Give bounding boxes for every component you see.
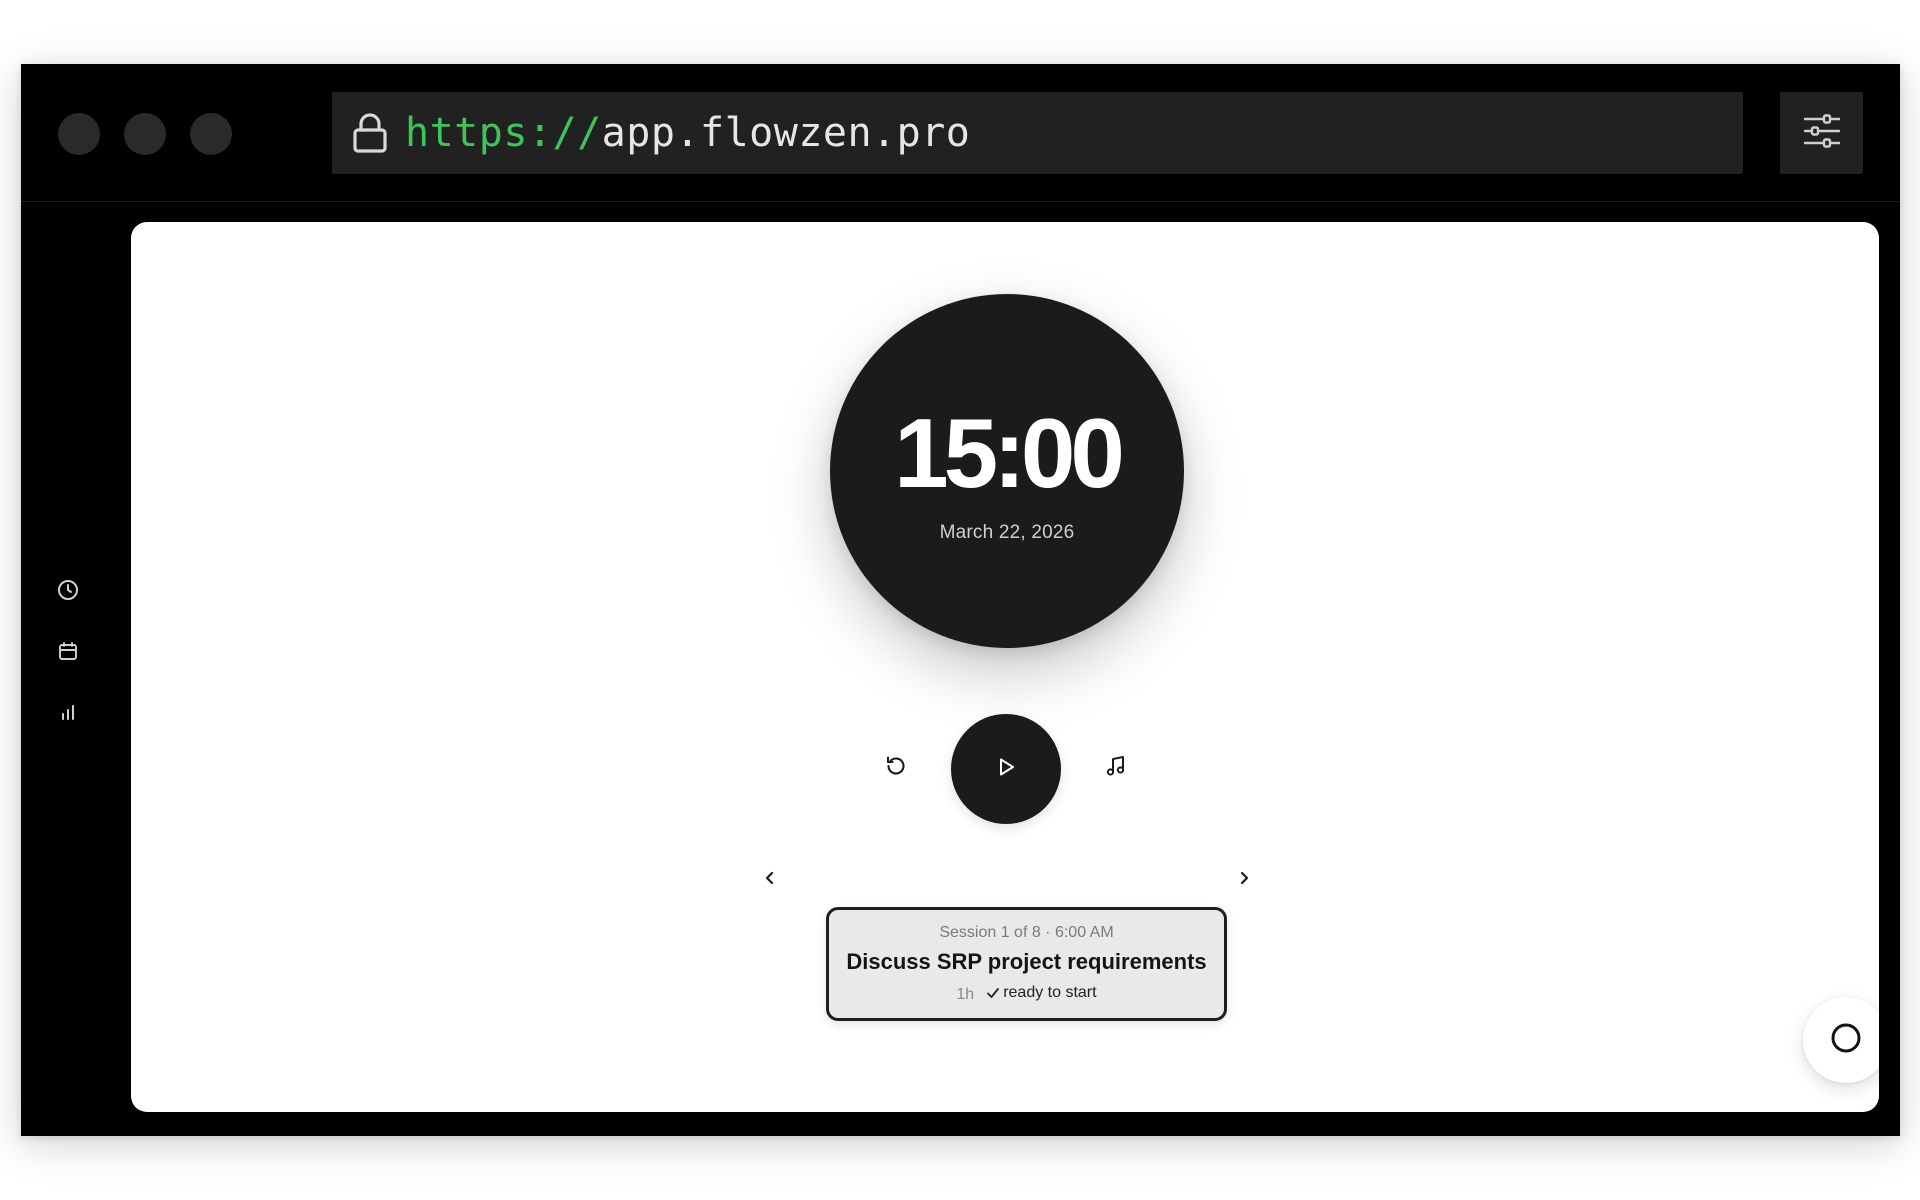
play-button[interactable] bbox=[951, 714, 1061, 824]
clock-icon bbox=[57, 579, 79, 606]
session-card[interactable]: Session 1 of 8 · 6:00 AM Discuss SRP pro… bbox=[826, 907, 1227, 1021]
chevron-left-icon bbox=[763, 870, 777, 891]
url-text: https://app.flowzen.pro bbox=[405, 110, 970, 156]
chevron-right-icon bbox=[1237, 870, 1251, 891]
session-details: 1h ready to start bbox=[956, 983, 1096, 1004]
session-title: Discuss SRP project requirements bbox=[846, 948, 1207, 974]
window-minimize-button[interactable] bbox=[124, 113, 166, 155]
sliders-icon bbox=[1802, 113, 1842, 154]
sidebar-item-timer[interactable] bbox=[53, 577, 83, 607]
calendar-icon bbox=[58, 641, 78, 666]
timer-date: March 22, 2026 bbox=[939, 522, 1075, 543]
previous-session-button[interactable] bbox=[755, 865, 785, 895]
session-status: ready to start bbox=[1003, 984, 1097, 1002]
reset-button[interactable] bbox=[878, 750, 914, 786]
address-bar[interactable]: https://app.flowzen.pro bbox=[332, 92, 1743, 174]
music-note-icon bbox=[1104, 754, 1128, 783]
next-session-button[interactable] bbox=[1229, 865, 1259, 895]
session-duration: 1h bbox=[956, 985, 975, 1003]
bar-chart-icon bbox=[59, 703, 77, 726]
timer-display: 15:00 March 22, 2026 bbox=[830, 294, 1184, 648]
timer-time: 15:00 bbox=[894, 398, 1125, 508]
floating-action-button[interactable] bbox=[1803, 997, 1879, 1083]
sidebar-item-stats[interactable] bbox=[53, 699, 83, 729]
browser-settings-button[interactable] bbox=[1780, 92, 1863, 174]
lock-icon bbox=[349, 110, 391, 156]
window-close-button[interactable] bbox=[58, 113, 100, 155]
circle-icon bbox=[1829, 1021, 1863, 1060]
check-icon bbox=[986, 986, 1000, 1000]
play-icon bbox=[995, 756, 1017, 783]
music-button[interactable] bbox=[1098, 750, 1134, 786]
browser-titlebar: https://app.flowzen.pro bbox=[21, 64, 1900, 202]
sidebar-item-calendar[interactable] bbox=[53, 638, 83, 668]
browser-window: https://app.flowzen.pro 15:00 March 22, … bbox=[21, 64, 1900, 1136]
reset-icon bbox=[884, 754, 908, 783]
main-panel: 15:00 March 22, 2026 Session 1 of 8 · 6:… bbox=[131, 222, 1879, 1112]
url-host: app.flowzen.pro bbox=[601, 110, 971, 156]
sidebar bbox=[21, 203, 131, 1136]
session-meta: Session 1 of 8 · 6:00 AM bbox=[939, 924, 1114, 942]
url-scheme: https:// bbox=[405, 110, 602, 156]
window-maximize-button[interactable] bbox=[190, 113, 232, 155]
